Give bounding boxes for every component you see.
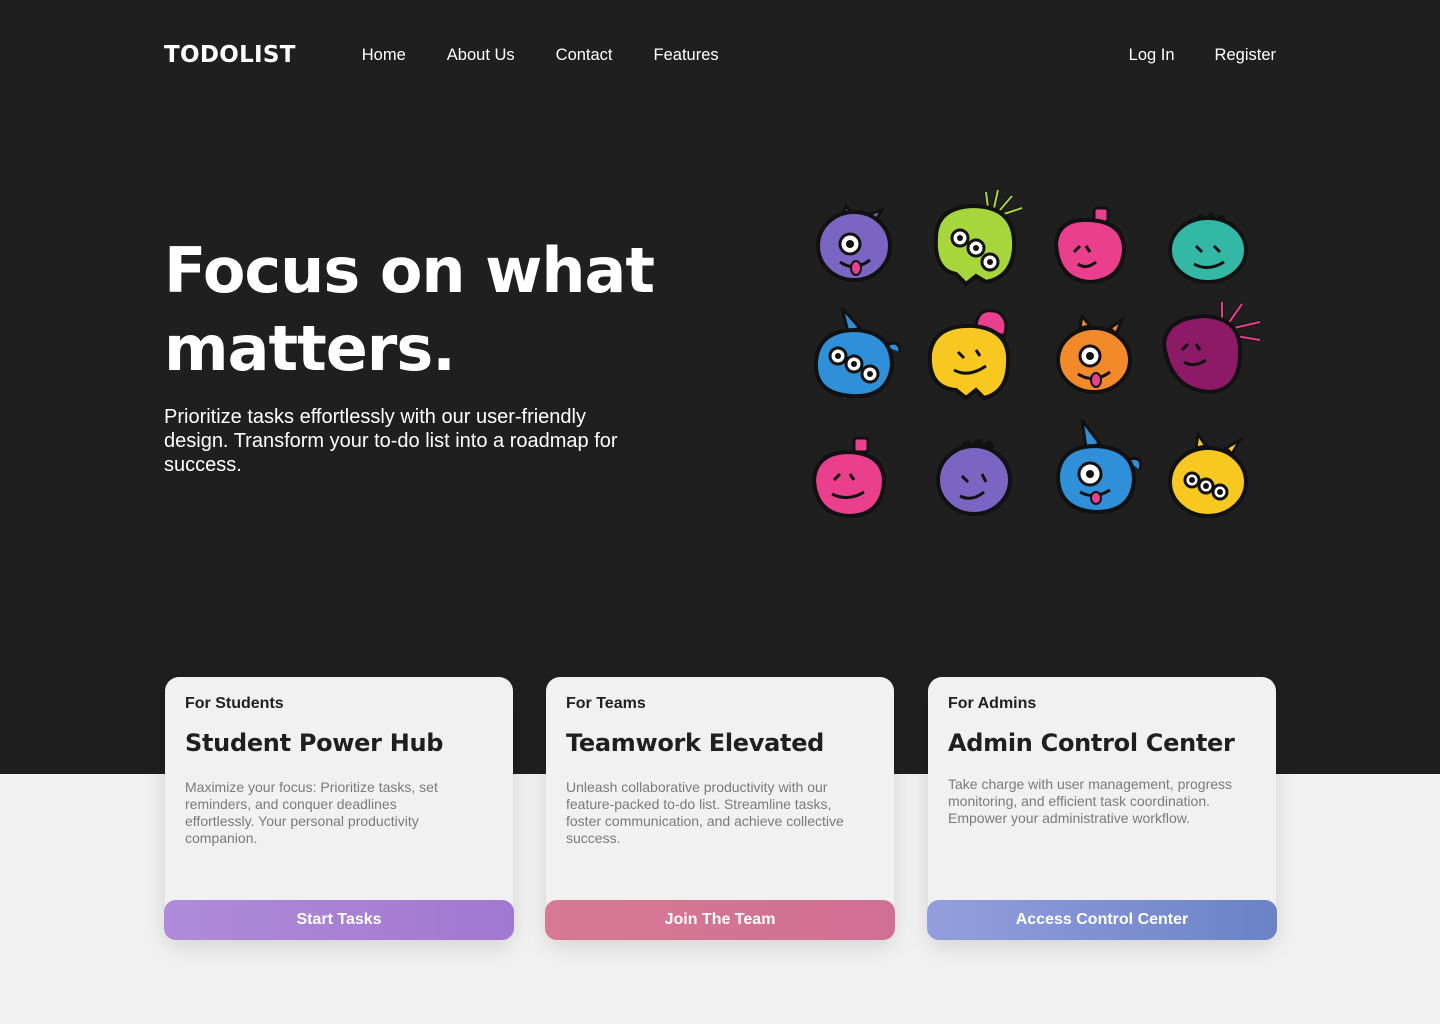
card-title: Student Power Hub (185, 729, 444, 757)
yellow-beanie-monster-icon (927, 309, 1011, 401)
register-link[interactable]: Register (1215, 46, 1276, 65)
nav-links: Home About Us Contact Features (362, 46, 719, 65)
access-control-center-button[interactable]: Access Control Center (927, 900, 1277, 940)
hero-headline-line2: matters. (164, 312, 456, 385)
nav-link-features[interactable]: Features (654, 46, 719, 65)
pink-hat-monster-icon (811, 436, 887, 519)
card-kicker: For Admins (948, 695, 1037, 712)
purple-cyclops-monster-icon (816, 202, 892, 282)
card-title: Teamwork Elevated (566, 729, 825, 757)
hero-subtext: Prioritize tasks effortlessly with our u… (164, 406, 618, 476)
hero-headline-line1: Focus on what (164, 234, 655, 307)
magenta-monster-icon (1161, 302, 1261, 395)
nav-link-home[interactable]: Home (362, 46, 406, 65)
logo[interactable]: TODOLIST (164, 42, 296, 68)
card-title: Admin Control Center (948, 729, 1235, 757)
blue-three-eyed-monster-icon (813, 306, 902, 399)
card-kicker: For Students (185, 695, 284, 712)
pink-hat-monster-icon (1053, 206, 1127, 285)
login-link[interactable]: Log In (1129, 46, 1175, 65)
green-three-eyed-monster-icon (933, 189, 1023, 287)
card-description: Unleash collaborative productivity with … (566, 779, 844, 846)
blue-cyclops-monster-icon (1055, 419, 1143, 515)
card-description: Take charge with user management, progre… (948, 776, 1233, 826)
nav-link-contact[interactable]: Contact (556, 46, 613, 65)
top-navigation: TODOLIST Home About Us Contact Features … (164, 38, 1276, 72)
admins-card: For Admins Admin Control Center Take cha… (927, 677, 1277, 940)
yellow-three-eyed-monster-icon (1168, 432, 1248, 518)
teams-card: For Teams Teamwork Elevated Unleash coll… (545, 677, 895, 940)
orange-cyclops-monster-icon (1056, 314, 1132, 394)
teal-monster-icon (1168, 213, 1248, 284)
card-description: Maximize your focus: Prioritize tasks, s… (185, 779, 438, 846)
auth-links: Log In Register (1129, 46, 1276, 65)
nav-link-about-us[interactable]: About Us (447, 46, 515, 65)
students-card: For Students Student Power Hub Maximize … (164, 677, 514, 940)
purple-monster-icon (936, 439, 1012, 516)
monster-illustration-grid (800, 180, 1280, 530)
start-tasks-button[interactable]: Start Tasks (164, 900, 514, 940)
hero-headline: Focus on what matters. (164, 232, 684, 388)
card-kicker: For Teams (566, 695, 646, 712)
join-team-button[interactable]: Join The Team (545, 900, 895, 940)
